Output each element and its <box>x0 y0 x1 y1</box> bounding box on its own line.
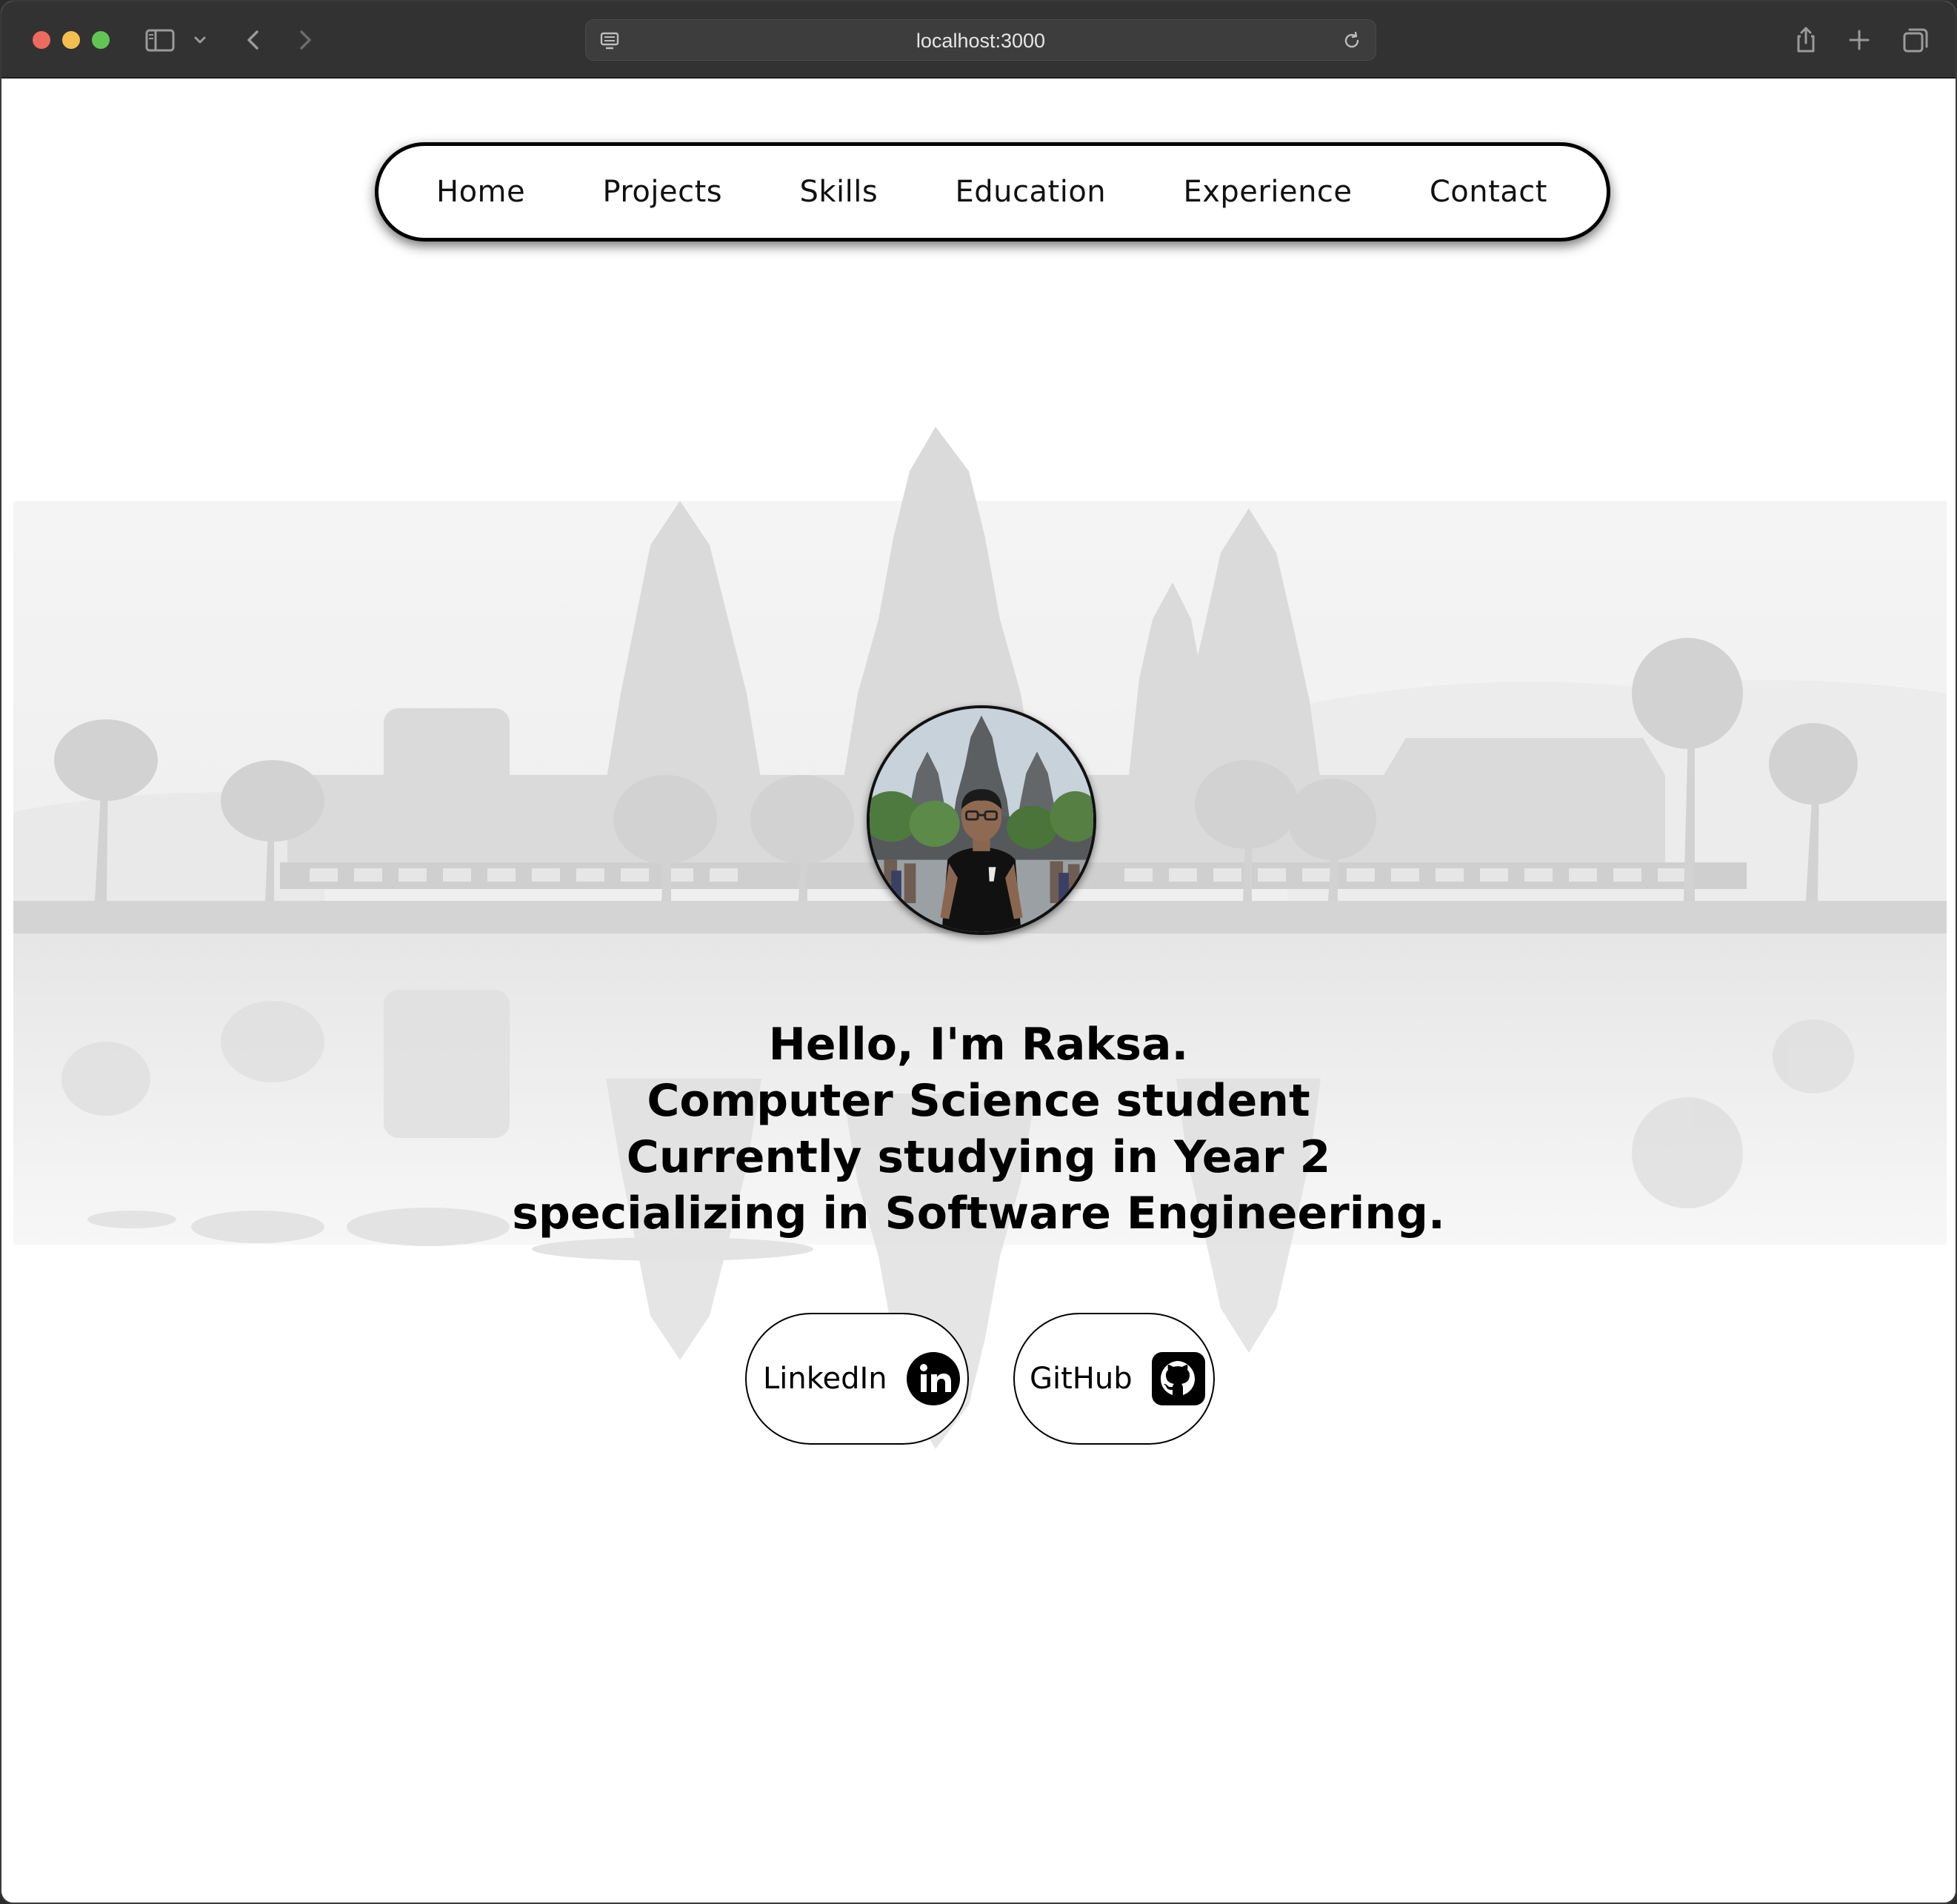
reload-icon[interactable] <box>1340 29 1364 53</box>
address-bar[interactable]: localhost:3000 <box>585 19 1376 61</box>
hero-line-role: Computer Science student <box>647 1075 1310 1127</box>
profile-photo <box>867 705 1096 935</box>
chevron-down-icon[interactable] <box>187 22 213 58</box>
back-icon[interactable] <box>236 22 271 58</box>
new-tab-icon[interactable] <box>1841 22 1877 58</box>
forward-icon[interactable] <box>287 22 323 58</box>
github-label: GitHub <box>1030 1362 1133 1396</box>
nav-home[interactable]: Home <box>436 175 525 209</box>
url-text: localhost:3000 <box>916 30 1046 52</box>
sidebar-icon[interactable] <box>142 22 178 58</box>
nav-contact[interactable]: Contact <box>1430 175 1547 209</box>
share-icon[interactable] <box>1788 22 1824 58</box>
linkedin-icon <box>906 1352 960 1405</box>
nav-skills[interactable]: Skills <box>799 175 878 209</box>
tabs-overview-icon[interactable] <box>1898 22 1933 58</box>
browser-toolbar: localhost:3000 <box>1 1 1956 79</box>
nav-education[interactable]: Education <box>956 175 1107 209</box>
main-nav: Home Projects Skills Education Experienc… <box>375 142 1610 242</box>
hero-line-greeting: Hello, I'm Raksa. <box>768 1019 1189 1071</box>
minimize-window-button[interactable] <box>62 31 80 49</box>
browser-window: localhost:3000 Home Projects Skills Educ… <box>0 0 1957 1904</box>
close-window-button[interactable] <box>33 31 50 49</box>
hero-line-year: Currently studying in Year 2 <box>626 1131 1331 1183</box>
zoom-window-button[interactable] <box>92 31 110 49</box>
hero-headline: Hello, I'm Raksa. Computer Science stude… <box>1 1016 1956 1242</box>
linkedin-button[interactable]: LinkedIn <box>745 1313 969 1445</box>
nav-experience[interactable]: Experience <box>1183 175 1352 209</box>
linkedin-label: LinkedIn <box>763 1362 887 1396</box>
page-content: Home Projects Skills Education Experienc… <box>1 79 1956 1903</box>
github-icon <box>1151 1352 1205 1405</box>
hero-line-specialization: specializing in Software Engineering. <box>512 1188 1445 1239</box>
github-button[interactable]: GitHub <box>1013 1313 1215 1445</box>
nav-projects[interactable]: Projects <box>602 175 722 209</box>
